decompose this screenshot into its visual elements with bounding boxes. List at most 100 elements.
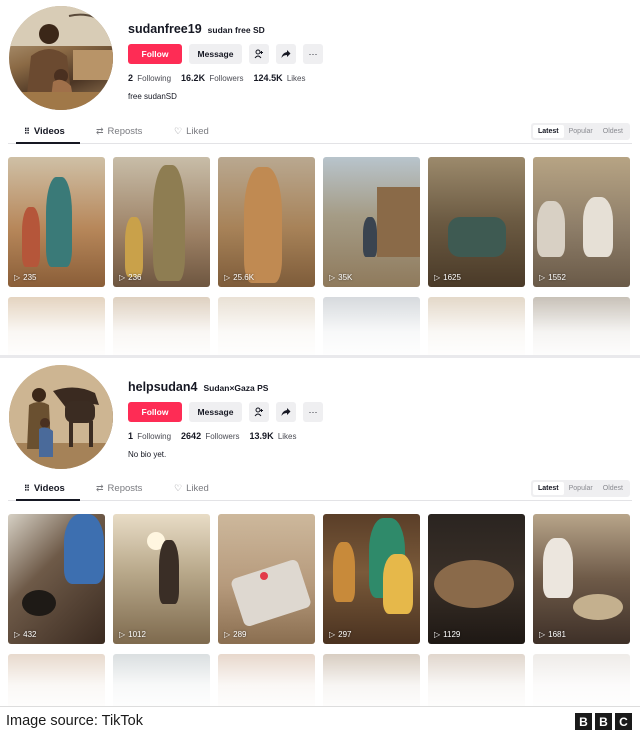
share-button[interactable] — [276, 402, 296, 422]
ellipsis-icon: ··· — [308, 49, 318, 59]
message-button[interactable]: Message — [189, 402, 242, 422]
tab-liked[interactable]: ♡ Liked — [174, 483, 209, 494]
play-icon: ▷ — [329, 630, 336, 639]
video-thumbnail[interactable] — [8, 297, 105, 355]
video-thumbnail[interactable]: ▷ 1681 — [533, 514, 630, 644]
sort-latest[interactable]: Latest — [533, 482, 564, 495]
profile-bio: free sudanSD — [128, 92, 177, 101]
video-thumbnail[interactable]: ▷ 35K — [323, 157, 420, 287]
play-icon: ▷ — [539, 630, 546, 639]
sort-popular[interactable]: Popular — [564, 125, 598, 138]
message-button[interactable]: Message — [189, 44, 242, 64]
video-thumbnail[interactable]: ▷ 432 — [8, 514, 105, 644]
profile-stats: 1 Following 2642 Followers 13.9K Likes — [128, 431, 323, 441]
person-plus-icon — [254, 407, 263, 417]
content-tabs: ⠿ Videos ⇄ Reposts ♡ Liked Latest Popula… — [8, 122, 632, 144]
share-arrow-icon — [281, 50, 291, 58]
video-thumbnail[interactable] — [428, 297, 525, 355]
play-icon: ▷ — [434, 630, 441, 639]
view-count: ▷ 1681 — [539, 630, 566, 639]
tab-videos[interactable]: ⠿ Videos — [24, 483, 65, 494]
person-plus-icon — [254, 49, 263, 59]
video-thumbnail[interactable] — [428, 654, 525, 706]
add-friend-button[interactable] — [249, 44, 269, 64]
likes-stat: 124.5K Likes — [253, 73, 306, 83]
play-icon: ▷ — [14, 273, 21, 282]
add-friend-button[interactable] — [249, 402, 269, 422]
video-thumbnail[interactable] — [533, 654, 630, 706]
view-count: ▷ 235 — [14, 273, 37, 282]
ellipsis-icon: ··· — [308, 407, 318, 417]
tab-videos[interactable]: ⠿ Videos — [24, 126, 65, 137]
follow-button[interactable]: Follow — [128, 402, 182, 422]
profile-info: sudanfree19 sudan free SD Follow Message… — [128, 22, 323, 101]
video-thumbnail[interactable]: ▷ 25.6K — [218, 157, 315, 287]
grid-icon: ⠿ — [24, 484, 30, 493]
tab-liked[interactable]: ♡ Liked — [174, 126, 209, 137]
following-stat[interactable]: 1 Following — [128, 431, 171, 441]
video-thumbnail[interactable]: ▷ 1552 — [533, 157, 630, 287]
video-thumbnail[interactable] — [113, 297, 210, 355]
video-grid: ▷ 432 ▷ 1012 ▷ 289 ▷ 297 ▷ 1129 ▷ 1681 — [8, 514, 632, 706]
video-thumbnail[interactable]: ▷ 289 — [218, 514, 315, 644]
repost-icon: ⇄ — [96, 483, 104, 493]
nickname: Sudan×Gaza PS — [203, 383, 269, 393]
sort-oldest[interactable]: Oldest — [598, 125, 628, 138]
video-thumbnail[interactable] — [323, 654, 420, 706]
sort-latest[interactable]: Latest — [533, 125, 564, 138]
video-thumbnail[interactable] — [113, 654, 210, 706]
video-thumbnail[interactable]: ▷ 1012 — [113, 514, 210, 644]
view-count: ▷ 297 — [329, 630, 352, 639]
profile-avatar[interactable] — [9, 6, 113, 110]
more-button[interactable]: ··· — [303, 402, 323, 422]
more-button[interactable]: ··· — [303, 44, 323, 64]
follow-button[interactable]: Follow — [128, 44, 182, 64]
likes-stat: 13.9K Likes — [249, 431, 297, 441]
video-thumbnail[interactable] — [8, 654, 105, 706]
profile-panel-1: sudanfree19 sudan free SD Follow Message… — [0, 0, 640, 355]
active-tab-indicator — [16, 499, 80, 501]
heart-icon: ♡ — [174, 483, 183, 493]
heart-icon: ♡ — [174, 126, 183, 136]
view-count: ▷ 25.6K — [224, 273, 255, 282]
tab-reposts[interactable]: ⇄ Reposts — [96, 483, 142, 494]
followers-stat[interactable]: 16.2K Followers — [181, 73, 244, 83]
profile-avatar[interactable] — [9, 365, 113, 469]
caption-bar: Image source: TikTok B B C — [0, 706, 640, 736]
content-tabs: ⠿ Videos ⇄ Reposts ♡ Liked Latest Popula… — [8, 479, 632, 501]
sort-popular[interactable]: Popular — [564, 482, 598, 495]
profile-panel-2: helpsudan4 Sudan×Gaza PS Follow Message … — [0, 358, 640, 706]
view-count: ▷ 432 — [14, 630, 37, 639]
video-thumbnail[interactable] — [323, 297, 420, 355]
video-thumbnail[interactable]: ▷ 297 — [323, 514, 420, 644]
repost-icon: ⇄ — [96, 126, 104, 136]
profile-stats: 2 Following 16.2K Followers 124.5K Likes — [128, 73, 323, 83]
play-icon: ▷ — [434, 273, 441, 282]
share-button[interactable] — [276, 44, 296, 64]
tab-reposts[interactable]: ⇄ Reposts — [96, 126, 142, 137]
video-thumbnail[interactable]: ▷ 235 — [8, 157, 105, 287]
following-stat[interactable]: 2 Following — [128, 73, 171, 83]
sort-oldest[interactable]: Oldest — [598, 482, 628, 495]
username: sudanfree19 — [128, 22, 202, 36]
username: helpsudan4 — [128, 380, 198, 394]
active-tab-indicator — [16, 142, 80, 144]
image-source-caption: Image source: TikTok — [6, 713, 143, 729]
nickname: sudan free SD — [207, 25, 265, 35]
video-thumbnail[interactable] — [218, 654, 315, 706]
video-thumbnail[interactable]: ▷ 1625 — [428, 157, 525, 287]
play-icon: ▷ — [224, 273, 231, 282]
grid-icon: ⠿ — [24, 127, 30, 136]
video-thumbnail[interactable] — [533, 297, 630, 355]
video-thumbnail[interactable]: ▷ 236 — [113, 157, 210, 287]
profile-info: helpsudan4 Sudan×Gaza PS Follow Message … — [128, 380, 323, 459]
video-thumbnail[interactable]: ▷ 1129 — [428, 514, 525, 644]
sort-toggle: Latest Popular Oldest — [531, 123, 630, 140]
bbc-logo: B B C — [575, 713, 632, 730]
play-icon: ▷ — [224, 630, 231, 639]
share-arrow-icon — [281, 408, 291, 416]
video-thumbnail[interactable] — [218, 297, 315, 355]
view-count: ▷ 35K — [329, 273, 353, 282]
view-count: ▷ 1552 — [539, 273, 566, 282]
followers-stat[interactable]: 2642 Followers — [181, 431, 240, 441]
